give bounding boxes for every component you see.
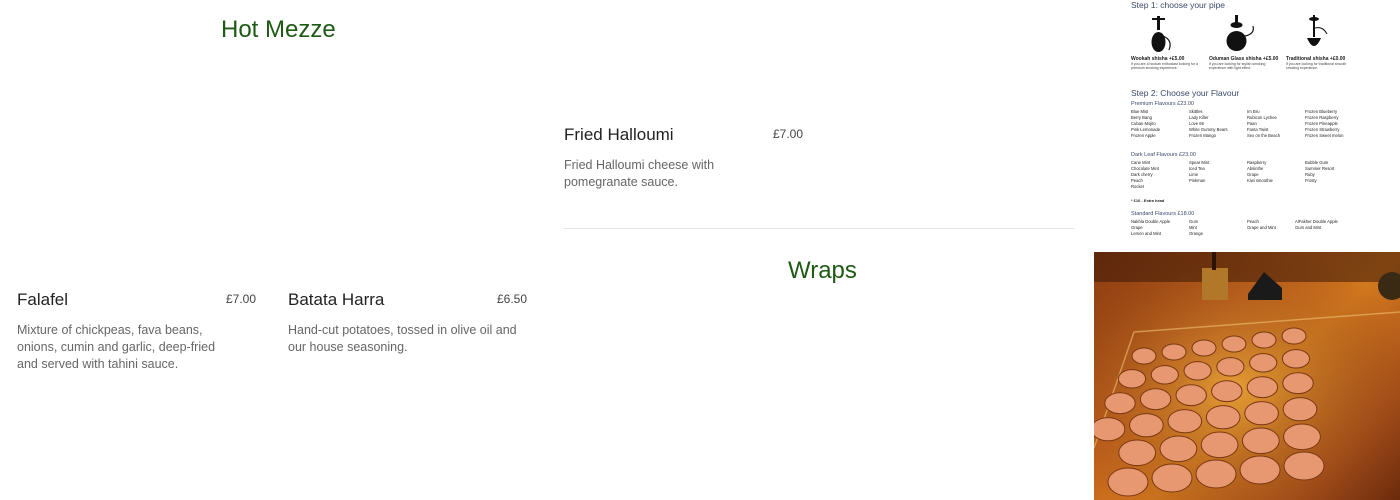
flavour-tins-photo[interactable] (1094, 252, 1400, 500)
tin-lid (1282, 397, 1318, 422)
item-price: £7.00 (226, 292, 257, 306)
item-name: Batata Harra (288, 290, 385, 309)
menu-item-fried-halloumi[interactable]: Fried Halloumi £7.00 Fried Halloumi chee… (564, 125, 814, 195)
flavour-column: Blue Mist Berry Bang Cuban Mojito Pink Lemo… (1131, 109, 1161, 138)
flavour-column: Bubble Gum Summer Resort Ruby Frosty (1305, 160, 1335, 183)
extra-head-note: * £10 - Extra head (1131, 198, 1165, 203)
item-description: Hand-cut potatoes, tossed in olive oil a… (288, 323, 517, 354)
menu-item-falafel[interactable]: Falafel £7.00 Mixture of chickpeas, fava… (17, 290, 262, 371)
tin-lid (1167, 409, 1203, 434)
step-2-heading: Step 2: Choose your Flavour (1131, 88, 1240, 98)
item-price: £6.50 (497, 292, 528, 306)
step-1-heading: Step 1: choose your pipe (1131, 0, 1226, 10)
tin-lid (1175, 384, 1207, 407)
section-title-wraps: Wraps (788, 257, 857, 284)
item-name: Falafel (17, 290, 69, 309)
flavour-column: Skittles Lady Killer Love 66 White Gummy Be… (1189, 109, 1228, 138)
flavour-column: Gum Mint Orange (1189, 219, 1203, 236)
tin-lid (1131, 347, 1157, 365)
tin-lid (1161, 343, 1187, 361)
tin-lid (1246, 376, 1279, 399)
tin-lid (1211, 380, 1243, 403)
oduman-pipe-icon (1226, 15, 1254, 51)
tin-lid (1139, 388, 1172, 411)
tin-lid (1200, 431, 1239, 459)
flavour-column: Nakhla Double Apple Grape Lemon and Mint (1131, 219, 1171, 236)
flavour-column: Raspberry Absinthe Grape Kiwi smoothie (1247, 160, 1273, 183)
premium-flavours-title: Premium Flavours £23.00 (1131, 101, 1194, 107)
photo-drawing (1094, 252, 1400, 500)
tin-lid (1151, 463, 1193, 493)
standard-flavours-title: Standard Flavours £18.00 (1131, 211, 1195, 217)
tin-lid (1283, 423, 1321, 451)
flavour-column: Frozen Blueberry Frozen Raspberry Frozen P… (1305, 109, 1344, 138)
tin-lid (1282, 372, 1314, 395)
item-description: Fried Halloumi cheese with pomegranate s… (564, 158, 715, 189)
flavour-column: Irn Bru Rubicon Lychee Paan Fanta Twist Sex … (1247, 109, 1281, 138)
item-price: £7.00 (773, 127, 804, 141)
tin-lid (1191, 339, 1217, 357)
menu-item-batata-harra[interactable]: Batata Harra £6.50 Hand-cut potatoes, to… (288, 290, 533, 360)
shisha-menu-image[interactable]: Step 1: choose your pipe Wookah shisha +… (1125, 0, 1400, 248)
item-description: Mixture of chickpeas, fava beans, onions… (17, 323, 216, 371)
tin-lid (1249, 353, 1278, 373)
flavour-column: Cane Mint Chocolate Mint Dark cherry Peach R… (1131, 160, 1159, 189)
tin-lid (1183, 361, 1212, 381)
tin-lid (1107, 467, 1149, 497)
tin-lid (1205, 405, 1241, 430)
flavour-column: AlFakher Double Apple Gum and Mint (1295, 219, 1338, 230)
tin-lid (1104, 392, 1136, 415)
tin-lid (1251, 331, 1277, 349)
wookah-pipe-icon (1151, 16, 1171, 52)
tin-lid (1117, 369, 1147, 389)
tin-lid (1094, 417, 1126, 442)
tin-lid (1244, 401, 1279, 426)
tin-lid (1129, 413, 1164, 438)
traditional-pipe-icon (1307, 15, 1328, 46)
pipe-description: If you are a hookah enthusiast looking f… (1131, 62, 1198, 70)
dark-leaf-flavours-title: Dark Leaf Flavours £23.00 (1131, 152, 1196, 158)
section-title-hot-mezze: Hot Mezze (221, 16, 336, 43)
tin-lid (1159, 435, 1198, 463)
item-name: Fried Halloumi (564, 125, 674, 144)
tin-lid (1150, 365, 1179, 385)
tin-lid (1281, 349, 1311, 369)
divider (564, 228, 1074, 229)
flavour-column: Peach Grape and Mint (1247, 219, 1276, 230)
tin-lid (1221, 335, 1247, 353)
tin-lid (1216, 357, 1245, 377)
tin-lid (1195, 459, 1237, 489)
tin-lid (1118, 439, 1157, 467)
pipe-description: If you are looking for traditional smoot… (1286, 62, 1347, 70)
tin-lid (1239, 455, 1281, 485)
tin-lid (1283, 451, 1325, 481)
flavour-column: Spear Mint Iced Tea Lime Pinkman (1189, 160, 1210, 183)
pipe-description: If you are looking for stylish smoking e… (1209, 62, 1266, 70)
tin-lid (1281, 327, 1307, 345)
tin-lid (1241, 427, 1280, 455)
